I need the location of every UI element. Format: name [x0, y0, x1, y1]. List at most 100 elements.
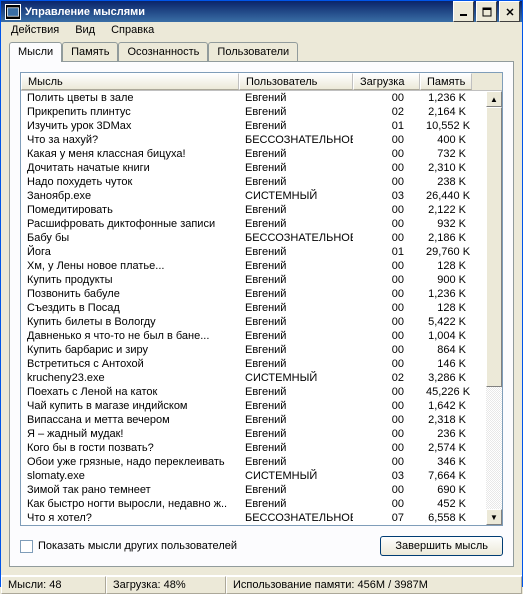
cell-l: 03: [353, 189, 420, 203]
minimize-button[interactable]: [453, 1, 474, 22]
cell-u: Евгений: [239, 497, 353, 511]
cell-m: 732 K: [420, 147, 472, 161]
table-row[interactable]: Купить билеты в ВологдуЕвгений005,422 K: [21, 315, 486, 329]
cell-m: 452 K: [420, 497, 472, 511]
listview-body[interactable]: Полить цветы в залеЕвгений001,236 KПрикр…: [21, 91, 486, 525]
cell-l: 00: [353, 273, 420, 287]
cell-u: Евгений: [239, 287, 353, 301]
maximize-button[interactable]: [476, 1, 497, 22]
table-row[interactable]: Випассана и метта вечеромЕвгений002,318 …: [21, 413, 486, 427]
tab-thoughts[interactable]: Мысли: [9, 42, 62, 62]
table-row[interactable]: ЙогаЕвгений0129,760 K: [21, 245, 486, 259]
cell-m: 2,574 K: [420, 441, 472, 455]
cell-u: СИСТЕМНЫЙ: [239, 189, 353, 203]
table-row[interactable]: Изучить урок 3DMaxЕвгений0110,552 K: [21, 119, 486, 133]
table-row[interactable]: Дочитать начатые книгиЕвгений002,310 K: [21, 161, 486, 175]
cell-u: Евгений: [239, 105, 353, 119]
cell-u: Евгений: [239, 441, 353, 455]
scroll-up-button[interactable]: ▲: [486, 91, 502, 107]
close-button[interactable]: [499, 1, 520, 22]
table-row[interactable]: Купить барбарис и зируЕвгений00864 K: [21, 343, 486, 357]
scroll-down-button[interactable]: ▼: [486, 509, 502, 525]
end-thought-button[interactable]: Завершить мысль: [380, 536, 503, 556]
column-thought[interactable]: Мысль: [21, 73, 239, 90]
tab-strip: Мысли Память Осознанность Пользователи: [9, 42, 514, 61]
status-memory: Использование памяти: 456M / 3987M: [226, 576, 522, 594]
cell-m: 236 K: [420, 427, 472, 441]
cell-t: Заноябр.exe: [21, 189, 239, 203]
cell-l: 00: [353, 217, 420, 231]
show-others-checkbox[interactable]: Показать мысли других пользователей: [20, 540, 372, 553]
cell-u: СИСТЕМНЫЙ: [239, 469, 353, 483]
cell-m: 690 K: [420, 483, 472, 497]
cell-t: Изучить урок 3DMax: [21, 119, 239, 133]
menu-actions[interactable]: Действия: [3, 22, 67, 38]
column-user[interactable]: Пользователь: [239, 73, 353, 90]
cell-t: Как быстро ногти выросли, недавно ж..: [21, 497, 239, 511]
cell-m: 7,664 K: [420, 469, 472, 483]
cell-u: БЕССОЗНАТЕЛЬНОЕ: [239, 511, 353, 525]
table-row[interactable]: Расшифровать диктофонные записиЕвгений00…: [21, 217, 486, 231]
cell-u: Евгений: [239, 119, 353, 133]
cell-l: 02: [353, 371, 420, 385]
cell-m: 1,236 K: [420, 287, 472, 301]
tab-memory[interactable]: Память: [62, 42, 118, 61]
cell-t: Купить билеты в Вологду: [21, 315, 239, 329]
table-row[interactable]: Зимой так рано темнеетЕвгений00690 K: [21, 483, 486, 497]
scroll-thumb[interactable]: [486, 107, 502, 387]
app-icon: [5, 4, 21, 20]
table-row[interactable]: Как быстро ногти выросли, недавно ж..Евг…: [21, 497, 486, 511]
column-memory[interactable]: Память: [420, 73, 472, 90]
table-row[interactable]: Кого бы в гости позвать?Евгений002,574 K: [21, 441, 486, 455]
cell-u: СИСТЕМНЫЙ: [239, 371, 353, 385]
cell-m: 2,122 K: [420, 203, 472, 217]
tab-users[interactable]: Пользователи: [208, 42, 298, 61]
vertical-scrollbar[interactable]: ▲ ▼: [486, 91, 502, 525]
table-row[interactable]: Съездить в ПосадЕвгений00128 K: [21, 301, 486, 315]
cell-t: Купить продукты: [21, 273, 239, 287]
cell-m: 238 K: [420, 175, 472, 189]
cell-t: Обои уже грязные, надо переклеивать: [21, 455, 239, 469]
table-row[interactable]: Я – жадный мудак!Евгений00236 K: [21, 427, 486, 441]
cell-t: Что я хотел?: [21, 511, 239, 525]
table-row[interactable]: Надо похудеть чутокЕвгений00238 K: [21, 175, 486, 189]
table-row[interactable]: Прикрепить плинтусЕвгений022,164 K: [21, 105, 486, 119]
cell-m: 45,226 K: [420, 385, 472, 399]
table-row[interactable]: Поехать с Леной на катокЕвгений0045,226 …: [21, 385, 486, 399]
menu-view[interactable]: Вид: [67, 22, 103, 38]
cell-t: Купить барбарис и зиру: [21, 343, 239, 357]
scroll-track[interactable]: [486, 107, 502, 509]
column-load[interactable]: Загрузка: [353, 73, 420, 90]
table-row[interactable]: Заноябр.exeСИСТЕМНЫЙ0326,440 K: [21, 189, 486, 203]
cell-l: 00: [353, 343, 420, 357]
table-row[interactable]: Встретиться с АнтохойЕвгений00146 K: [21, 357, 486, 371]
table-row[interactable]: Хм, у Лены новое платье...Евгений00128 K: [21, 259, 486, 273]
table-row[interactable]: slomaty.exeСИСТЕМНЫЙ037,664 K: [21, 469, 486, 483]
cell-l: 00: [353, 287, 420, 301]
table-row[interactable]: Какая у меня классная бицуха!Евгений0073…: [21, 147, 486, 161]
table-row[interactable]: Что за нахуй?БЕССОЗНАТЕЛЬНОЕ00400 K: [21, 133, 486, 147]
table-row[interactable]: Что я хотел?БЕССОЗНАТЕЛЬНОЕ076,558 K: [21, 511, 486, 525]
cell-t: Съездить в Посад: [21, 301, 239, 315]
cell-l: 03: [353, 469, 420, 483]
table-row[interactable]: ПомедитироватьЕвгений002,122 K: [21, 203, 486, 217]
table-row[interactable]: Купить продуктыЕвгений00900 K: [21, 273, 486, 287]
cell-u: БЕССОЗНАТЕЛЬНОЕ: [239, 231, 353, 245]
titlebar[interactable]: Управление мыслями: [1, 1, 522, 22]
table-row[interactable]: krucheny23.exeСИСТЕМНЫЙ023,286 K: [21, 371, 486, 385]
menu-help[interactable]: Справка: [103, 22, 162, 38]
table-row[interactable]: Чай купить в магазе индийскомЕвгений001,…: [21, 399, 486, 413]
cell-l: 01: [353, 119, 420, 133]
cell-u: Евгений: [239, 399, 353, 413]
cell-l: 00: [353, 441, 420, 455]
cell-m: 1,004 K: [420, 329, 472, 343]
table-row[interactable]: Давненько я что-то не был в бане...Евген…: [21, 329, 486, 343]
table-row[interactable]: Полить цветы в залеЕвгений001,236 K: [21, 91, 486, 105]
checkbox-box[interactable]: [20, 540, 33, 553]
table-row[interactable]: Позвонить бабулеЕвгений001,236 K: [21, 287, 486, 301]
table-row[interactable]: Обои уже грязные, надо переклеиватьЕвген…: [21, 455, 486, 469]
table-row[interactable]: Бабу быБЕССОЗНАТЕЛЬНОЕ002,186 K: [21, 231, 486, 245]
tab-panel: Мысль Пользователь Загрузка Память Полит…: [9, 61, 514, 567]
tab-awareness[interactable]: Осознанность: [118, 42, 208, 61]
cell-t: krucheny23.exe: [21, 371, 239, 385]
